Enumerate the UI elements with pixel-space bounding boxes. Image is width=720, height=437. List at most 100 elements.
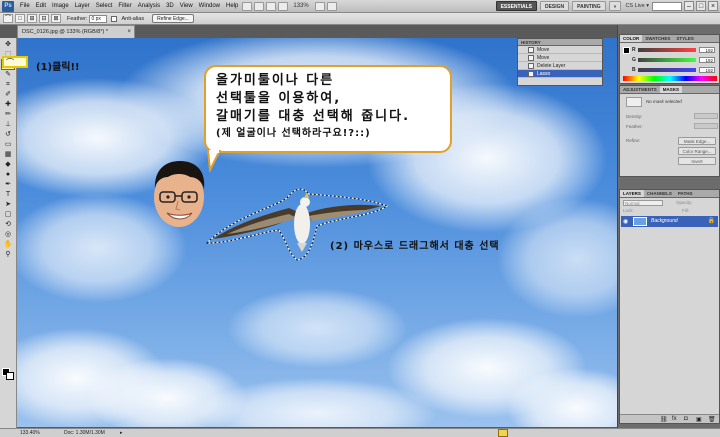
tab-styles[interactable]: STYLES bbox=[673, 35, 697, 42]
history-item[interactable]: Move bbox=[518, 54, 602, 62]
workspace-more[interactable]: » bbox=[608, 1, 622, 11]
lasso-preset-icon[interactable]: ⌒ bbox=[3, 14, 13, 23]
type-tool-icon[interactable]: T bbox=[2, 190, 14, 199]
history-item[interactable]: Delete Layer bbox=[518, 62, 602, 70]
menu-filter[interactable]: Filter bbox=[115, 0, 134, 13]
tab-swatches[interactable]: SWATCHES bbox=[642, 35, 673, 42]
pen-tool-icon[interactable]: ✒ bbox=[2, 180, 14, 189]
options-bar: ⌒ □ ⊞ ⊟ ⊠ Feather: 0 px Anti-alias Refin… bbox=[0, 13, 720, 25]
color-spectrum[interactable] bbox=[623, 76, 717, 81]
menu-layer[interactable]: Layer bbox=[72, 0, 93, 13]
subtract-selection-icon[interactable]: ⊟ bbox=[39, 14, 49, 23]
history-brush-tool-icon[interactable]: ↺ bbox=[2, 130, 14, 139]
tab-masks[interactable]: MASKS bbox=[659, 86, 683, 93]
lock-icon: 🔒 bbox=[707, 218, 715, 224]
history-item-current[interactable]: Lasso bbox=[518, 70, 602, 78]
menu-image[interactable]: Image bbox=[49, 0, 72, 13]
mini-bridge-button[interactable] bbox=[254, 1, 265, 11]
status-bar: 133.40% Doc: 1.30M/1.30M ▸ bbox=[0, 428, 720, 437]
menu-select[interactable]: Select bbox=[93, 0, 116, 13]
workspace-painting[interactable]: PAINTING bbox=[572, 1, 606, 11]
zoom-tool-icon[interactable]: ⚲ bbox=[2, 250, 14, 259]
layer-row-background[interactable]: ◉ Background 🔒 bbox=[621, 216, 718, 227]
trash-icon[interactable]: 🗑 bbox=[708, 416, 716, 423]
tab-channels[interactable]: CHANNELS bbox=[644, 190, 675, 197]
menu-view[interactable]: View bbox=[177, 0, 196, 13]
menu-analysis[interactable]: Analysis bbox=[135, 0, 163, 13]
mask-feather-field[interactable] bbox=[694, 123, 718, 129]
color-fg-swatch[interactable] bbox=[623, 47, 630, 54]
menu-3d[interactable]: 3D bbox=[163, 0, 177, 13]
intersect-selection-icon[interactable]: ⊠ bbox=[51, 14, 61, 23]
3d-rotate-tool-icon[interactable]: ⟲ bbox=[2, 220, 14, 229]
close-icon[interactable]: × bbox=[708, 1, 718, 11]
cs-live-menu[interactable]: CS Live ▾ bbox=[625, 3, 649, 9]
brush-tool-icon[interactable]: ✏ bbox=[2, 110, 14, 119]
mask-edge-button[interactable]: Mask Edge... bbox=[678, 137, 716, 145]
antialias-checkbox[interactable] bbox=[111, 15, 118, 22]
screen-mode-button[interactable] bbox=[326, 1, 337, 11]
blur-tool-icon[interactable]: ◆ bbox=[2, 160, 14, 169]
background-color-swatch[interactable] bbox=[6, 372, 14, 380]
spot-healing-tool-icon[interactable]: ✚ bbox=[2, 100, 14, 109]
menu-edit[interactable]: Edit bbox=[33, 0, 49, 13]
feather-input[interactable]: 0 px bbox=[89, 14, 108, 23]
move-tool-icon[interactable]: ✥ bbox=[2, 40, 14, 49]
gradient-tool-icon[interactable]: ▦ bbox=[2, 150, 14, 159]
menu-file[interactable]: File bbox=[17, 0, 33, 13]
dodge-tool-icon[interactable]: ● bbox=[2, 170, 14, 179]
workspace-essentials[interactable]: ESSENTIALS bbox=[495, 1, 537, 11]
hand-tool-icon[interactable]: ✋ bbox=[2, 240, 14, 249]
tab-layers[interactable]: LAYERS bbox=[620, 190, 644, 197]
tab-adjustments[interactable]: ADJUSTMENTS bbox=[620, 86, 660, 93]
maximize-icon[interactable]: □ bbox=[696, 1, 706, 11]
history-title: HISTORY bbox=[518, 39, 602, 46]
clone-stamp-tool-icon[interactable]: ⊥ bbox=[2, 120, 14, 129]
lasso-icon: ⌒ bbox=[6, 58, 14, 67]
document-close-icon[interactable]: × bbox=[127, 26, 131, 38]
bubble-line-1: 올가미툴이나 다른 bbox=[216, 73, 335, 88]
visibility-eye-icon[interactable]: ◉ bbox=[623, 217, 628, 228]
menu-window[interactable]: Window bbox=[196, 0, 223, 13]
blue-slider[interactable]: B 192 bbox=[632, 66, 718, 74]
tab-paths[interactable]: PATHS bbox=[675, 190, 696, 197]
status-menu-arrow[interactable]: ▸ bbox=[120, 429, 123, 437]
add-mask-icon[interactable]: ◘ bbox=[684, 416, 688, 422]
red-slider[interactable]: R 192 bbox=[632, 46, 718, 54]
menu-help[interactable]: Help bbox=[223, 0, 241, 13]
refine-edge-button[interactable]: Refine Edge... bbox=[152, 14, 194, 23]
blend-mode-select[interactable]: Normal bbox=[623, 200, 663, 206]
workspace-design[interactable]: DESIGN bbox=[539, 1, 570, 11]
history-item[interactable]: Move bbox=[518, 46, 602, 54]
invert-button[interactable]: Invert bbox=[678, 157, 716, 165]
arrange-documents-button[interactable] bbox=[314, 1, 325, 11]
status-zoom[interactable]: 133.40% bbox=[20, 429, 40, 437]
add-selection-icon[interactable]: ⊞ bbox=[27, 14, 37, 23]
green-slider[interactable]: G 192 bbox=[632, 56, 718, 64]
tab-color[interactable]: COLOR bbox=[620, 35, 643, 42]
crop-tool-icon[interactable]: ⌗ bbox=[2, 80, 14, 89]
hand-tool-button[interactable] bbox=[266, 1, 277, 11]
density-field[interactable] bbox=[694, 113, 718, 119]
bridge-button[interactable] bbox=[242, 1, 253, 11]
zoom-level[interactable]: 133% bbox=[293, 3, 308, 9]
minimize-icon[interactable]: – bbox=[684, 1, 694, 11]
3d-orbit-tool-icon[interactable]: ◎ bbox=[2, 230, 14, 239]
search-input[interactable] bbox=[652, 1, 682, 11]
new-layer-icon[interactable]: ▣ bbox=[696, 416, 702, 423]
path-selection-tool-icon[interactable]: ➤ bbox=[2, 200, 14, 209]
bubble-line-4: (제 얼굴이나 선택하라구요!?::) bbox=[216, 128, 371, 139]
eraser-tool-icon[interactable]: ▭ bbox=[2, 140, 14, 149]
scrollbar-handle[interactable] bbox=[498, 429, 508, 437]
color-panel: COLOR SWATCHES STYLES R 192 G 192 B 192 bbox=[619, 34, 720, 84]
eyedropper-tool-icon[interactable]: ✐ bbox=[2, 90, 14, 99]
color-range-button[interactable]: Color Range... bbox=[678, 147, 716, 155]
link-layers-icon[interactable]: ⛓ bbox=[660, 416, 668, 423]
new-selection-icon[interactable]: □ bbox=[15, 14, 25, 23]
document-tab[interactable]: DSC_0126.jpg @ 133% (RGB/8*) * × bbox=[17, 25, 135, 38]
layer-style-icon[interactable]: fx bbox=[672, 416, 677, 422]
quick-selection-tool-icon[interactable]: ✎ bbox=[2, 70, 14, 79]
shape-tool-icon[interactable]: ▢ bbox=[2, 210, 14, 219]
bubble-line-2: 선택툴을 이용하여, bbox=[216, 91, 342, 106]
zoom-tool-button[interactable] bbox=[278, 1, 289, 11]
